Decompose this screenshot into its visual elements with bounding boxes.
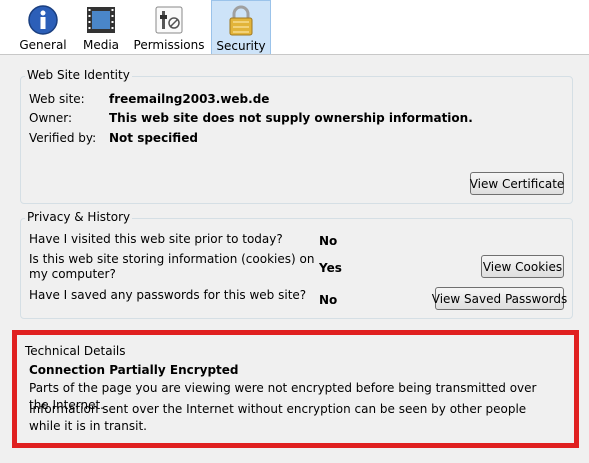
film-icon	[87, 7, 115, 33]
question-passwords: Have I saved any passwords for this web …	[29, 288, 307, 302]
view-certificate-button[interactable]: View Certificate	[470, 172, 564, 195]
lock-icon	[229, 5, 253, 36]
view-cookies-button[interactable]: View Cookies	[481, 255, 564, 278]
tab-security-label: Security	[216, 39, 266, 53]
answer-visited: No	[319, 234, 338, 248]
toolbar: General Media Permissions Security	[0, 0, 589, 55]
question-visited: Have I visited this web site prior to to…	[29, 232, 283, 246]
privacy-legend: Privacy & History	[25, 210, 133, 224]
question-cookies-line2: my computer?	[29, 267, 116, 281]
question-cookies-line1: Is this web site storing information (co…	[29, 252, 315, 266]
answer-cookies: Yes	[319, 261, 342, 275]
owner-label: Owner:	[29, 111, 73, 125]
technical-line-2: Information sent over the Internet witho…	[29, 402, 527, 433]
tab-general-label: General	[19, 38, 67, 52]
tab-permissions-label: Permissions	[133, 38, 205, 52]
technical-details-legend: Technical Details	[25, 344, 126, 358]
verified-by-label: Verified by:	[29, 131, 97, 145]
toggle-switch-icon	[155, 6, 183, 34]
technical-heading: Connection Partially Encrypted	[29, 363, 239, 377]
website-label: Web site:	[29, 92, 85, 106]
tab-media-label: Media	[82, 38, 120, 52]
view-saved-passwords-button[interactable]: View Saved Passwords	[432, 287, 567, 310]
tab-media[interactable]: Media	[80, 0, 122, 54]
answer-passwords: No	[319, 293, 338, 307]
verified-by-value: Not specified	[109, 131, 198, 145]
owner-value: This web site does not supply ownership …	[109, 111, 473, 125]
info-icon	[28, 5, 58, 35]
tab-security[interactable]: Security	[211, 0, 271, 54]
website-value: freemailng2003.web.de	[109, 92, 270, 106]
tab-general[interactable]: General	[17, 0, 69, 54]
tab-permissions[interactable]: Permissions	[133, 0, 205, 54]
identity-legend: Web Site Identity	[25, 68, 132, 82]
